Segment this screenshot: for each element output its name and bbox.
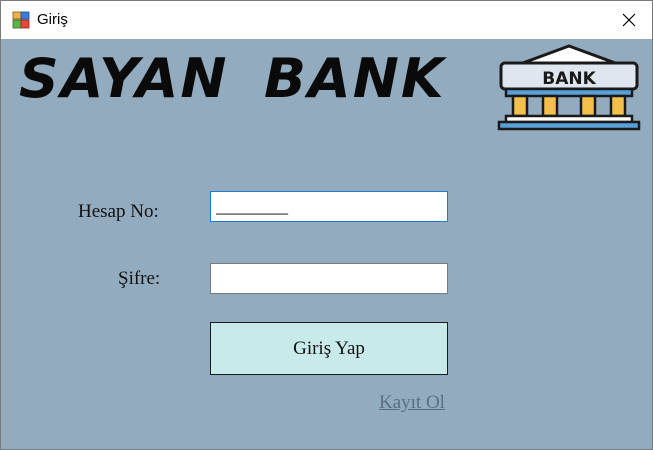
login-window: Giriş SAYAN BANK BANK Hesap No: Şifre: G…	[0, 0, 653, 450]
close-icon	[622, 13, 636, 27]
bank-building-icon: BANK	[497, 44, 641, 131]
register-link[interactable]: Kayıt Ol	[379, 392, 445, 414]
close-button[interactable]	[606, 1, 652, 39]
title-bar[interactable]: Giriş	[1, 1, 652, 39]
windows-form-icon	[12, 11, 30, 29]
bank-logo-text: BANK	[542, 69, 596, 89]
window-title: Giriş	[37, 11, 68, 28]
password-label: Şifre:	[118, 268, 161, 289]
account-number-input[interactable]	[210, 191, 448, 222]
account-number-label: Hesap No:	[78, 201, 159, 222]
bank-name-heading: SAYAN BANK	[19, 47, 446, 110]
login-button[interactable]: Giriş Yap	[210, 322, 448, 375]
password-input[interactable]	[210, 263, 448, 294]
